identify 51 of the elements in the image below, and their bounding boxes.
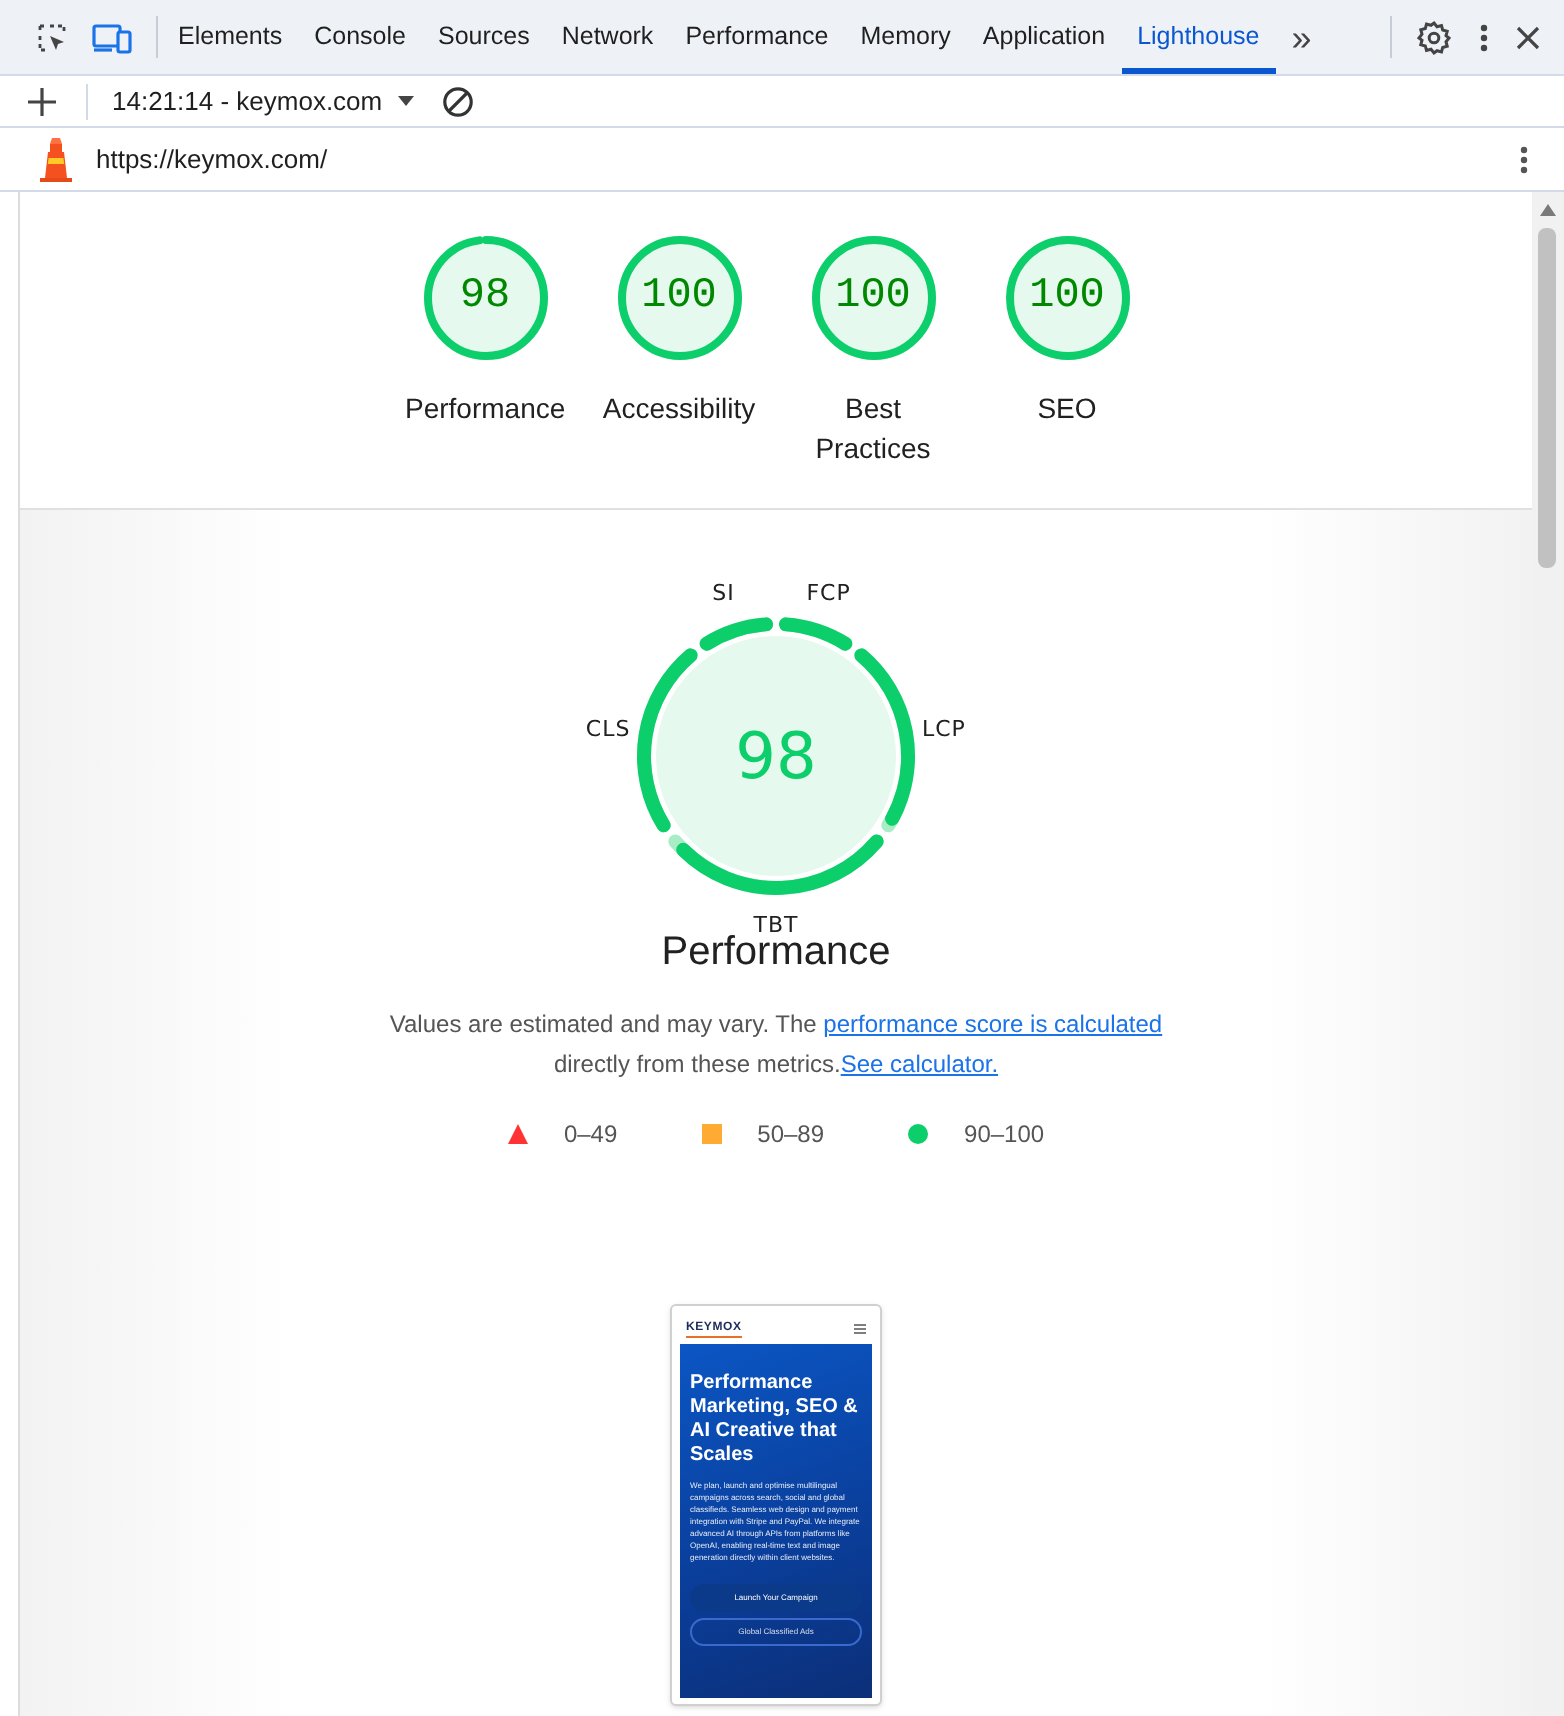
score-gauge[interactable] [419,232,551,364]
score-calculation-link[interactable]: performance score is calculated [823,1010,1163,1038]
more-tabs-button[interactable]: » [1275,0,1328,74]
scrollbar-thumb[interactable] [1538,228,1556,568]
score-label[interactable]: Best Practices [793,388,953,468]
menu-icon[interactable] [854,1324,866,1334]
inspect-icon[interactable] [36,21,68,53]
devtools-tab[interactable]: Performance [669,0,845,74]
scroll-up-icon[interactable] [1540,204,1556,216]
devtools-tab[interactable]: Sources [421,0,546,74]
score-label[interactable]: SEO [987,388,1147,428]
score-value: 100 [1029,276,1105,320]
score-label[interactable]: Performance [405,388,565,428]
devtools-tab[interactable]: Network [545,0,670,74]
square-icon [701,1124,722,1144]
device-toolbar-icon[interactable] [92,21,132,53]
metric-label: CLS [585,712,631,745]
score-gauge[interactable] [1001,232,1133,364]
lighthouse-icon [40,137,72,181]
caret-icon [398,96,415,106]
calculator-link[interactable]: See calculator. [840,1050,999,1078]
devtools-tab[interactable]: Console [298,0,422,74]
gauge-score: 98 [735,716,817,798]
triangle-icon [507,1124,528,1144]
metric-label: SI [712,577,735,610]
close-icon[interactable] [1516,25,1540,49]
devtools-tab[interactable]: Application [966,0,1122,74]
report-url: https://keymox.com/ [96,141,328,178]
more-options-icon[interactable] [1480,23,1488,51]
more-options-icon[interactable] [1520,145,1528,173]
score-label[interactable]: Accessibility [599,388,759,428]
report-dropdown[interactable]: 14:21:14 - keymox.com [112,81,415,121]
add-icon[interactable] [28,87,56,115]
legend-range: 0–49 [563,1118,618,1152]
legend-range: 50–89 [757,1118,825,1152]
score-value: 98 [459,276,511,320]
devtools-tab[interactable]: Memory [844,0,967,74]
circle-icon [908,1124,929,1144]
hero-heading: Performance Marketing, SEO & AI Creative that Scales [690,1372,860,1468]
score-gauge[interactable] [807,232,939,364]
metric-label: LCP [921,712,966,745]
score-gauge[interactable] [613,232,745,364]
metric-label: FCP [806,577,851,610]
settings-icon[interactable] [1416,19,1452,55]
legend-range: 90–100 [964,1118,1045,1152]
clear-icon[interactable] [442,85,475,117]
scrollbar[interactable] [1532,192,1564,1716]
devtools-tab[interactable]: Elements [162,0,299,74]
score-value: 100 [641,276,717,320]
score-value: 100 [835,276,911,320]
description-text: Values are estimated and may vary. The performance score is calculated directly from these metrics.See calculator. [387,1008,1165,1082]
